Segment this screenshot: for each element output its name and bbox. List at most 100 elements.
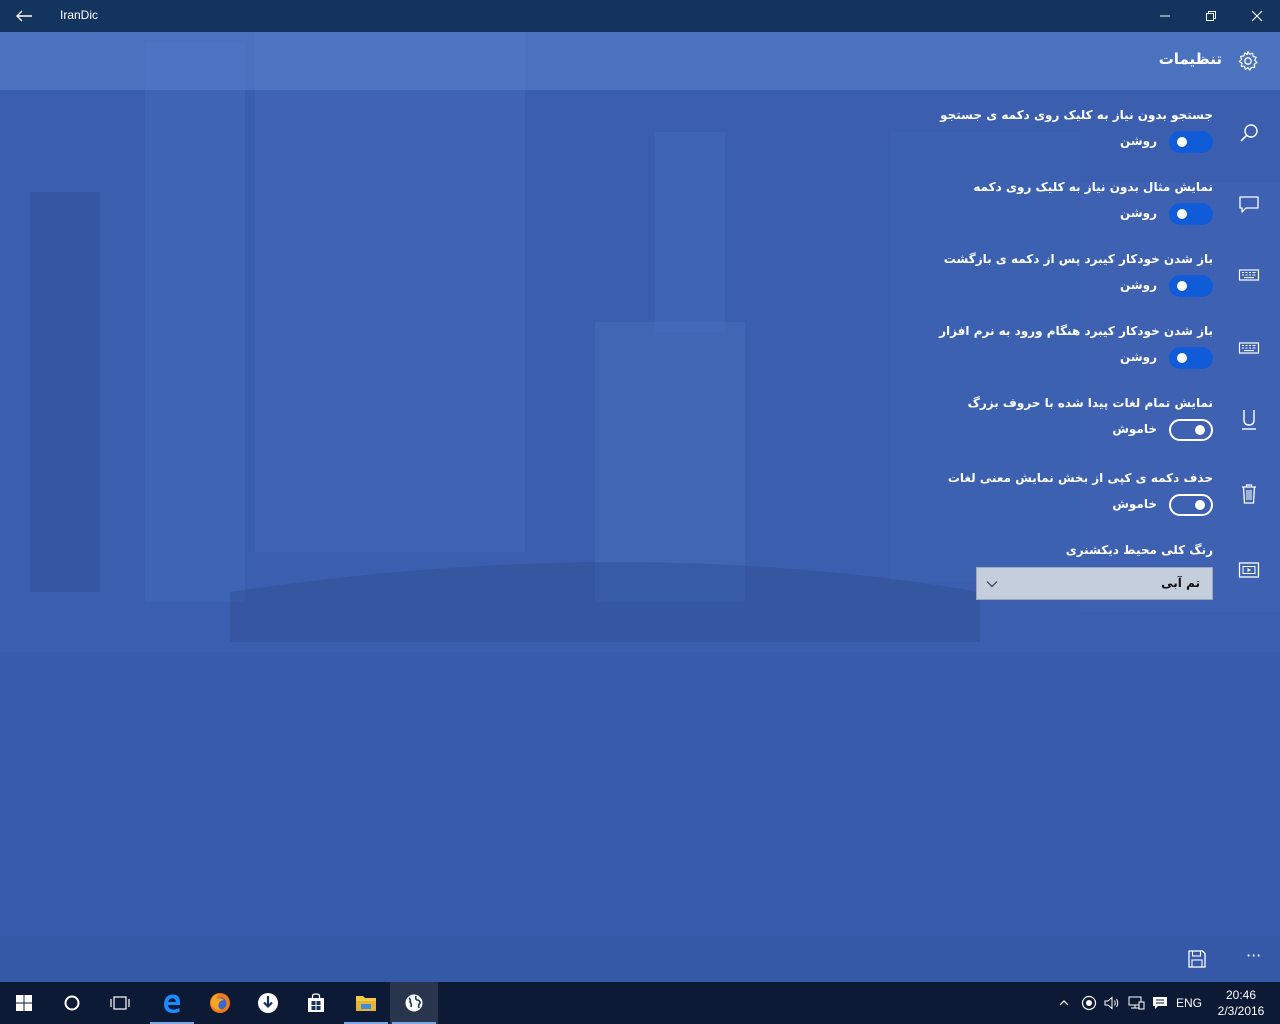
toggle-switch[interactable] — [1169, 275, 1213, 297]
theme-dropdown[interactable]: تم آبی — [976, 567, 1213, 600]
keyboard-icon — [1238, 342, 1260, 354]
tray-network[interactable] — [1124, 982, 1148, 1024]
cortana-circle-icon — [64, 995, 80, 1011]
setting-search-without-click: جستجو بدون نیاز به کلیک روی دکمه ی جستجو… — [913, 108, 1213, 154]
close-button[interactable] — [1234, 0, 1280, 32]
start-button[interactable] — [0, 982, 48, 1024]
tray-clock[interactable]: 20:46 2/3/2016 — [1210, 987, 1272, 1019]
rail-keyboard-1[interactable] — [1236, 262, 1262, 288]
toggle-switch[interactable] — [1169, 494, 1213, 516]
rail-comment[interactable] — [1236, 191, 1262, 217]
setting-theme: رنگ کلی محیط دیکشنری — [913, 543, 1213, 557]
action-center-icon — [1153, 997, 1167, 1009]
taskbar-file-explorer[interactable] — [342, 982, 390, 1024]
taskbar: ENG 20:46 2/3/2016 — [0, 982, 1280, 1024]
edge-browser-icon — [164, 994, 180, 1013]
setting-example-without-click: نمایش مثال بدون نیاز به کلیک روی دکمه رو… — [913, 180, 1213, 226]
restore-icon — [1206, 11, 1216, 21]
toggle-state: روشن — [1120, 278, 1157, 292]
setting-label: نمایش تمام لغات پیدا شده با حروف بزرگ — [967, 396, 1213, 410]
comment-icon — [1239, 196, 1259, 213]
slideshow-icon — [1238, 562, 1260, 578]
toggle-state: روشن — [1120, 134, 1157, 148]
tray-record[interactable] — [1078, 982, 1100, 1024]
clock-date: 2/3/2016 — [1217, 1004, 1265, 1018]
setting-label: باز شدن خودکار کیبرد پس از دکمه ی بازگشت — [943, 252, 1213, 266]
settings-header: تنظیمات — [0, 32, 1280, 90]
keyboard-icon — [1238, 269, 1260, 281]
setting-label: جستجو بدون نیاز به کلیک روی دکمه ی جستجو — [940, 108, 1213, 122]
toggle-knob — [1195, 425, 1205, 435]
language-indicator: ENG — [1175, 996, 1202, 1010]
restore-button[interactable] — [1188, 0, 1234, 32]
rail-slideshow[interactable] — [1236, 557, 1262, 583]
toggle-knob — [1177, 209, 1187, 219]
app-title: IranDic — [60, 8, 99, 22]
toggle-switch[interactable] — [1169, 131, 1213, 153]
close-icon — [1251, 10, 1263, 22]
taskbar-download-manager[interactable] — [244, 982, 292, 1024]
toggle-state: خاموش — [1112, 497, 1157, 511]
command-bar: ··· — [0, 936, 1280, 982]
settings-button[interactable] — [1236, 49, 1260, 73]
back-arrow-icon — [16, 10, 32, 22]
setting-keyboard-on-launch: باز شدن خودکار کیبرد هنگام ورود به نرم ا… — [913, 324, 1213, 370]
toggle-switch[interactable] — [1169, 203, 1213, 225]
clock-time: 20:46 — [1225, 988, 1257, 1002]
title-bar: IranDic — [0, 0, 1280, 32]
toggle-state: خاموش — [1112, 422, 1157, 436]
rail-delete[interactable] — [1236, 481, 1262, 507]
toggle-switch[interactable] — [1169, 419, 1213, 441]
tray-volume[interactable] — [1100, 982, 1124, 1024]
store-bag-icon — [308, 993, 324, 1012]
setting-label: نمایش مثال بدون نیاز به کلیک روی دکمه — [973, 180, 1213, 194]
task-view-icon — [110, 996, 130, 1010]
folder-icon — [356, 996, 376, 1011]
underline-icon — [1242, 410, 1256, 430]
trash-icon — [1242, 484, 1256, 504]
setting-label: باز شدن خودکار کیبرد هنگام ورود به نرم ا… — [939, 324, 1213, 338]
back-button[interactable] — [10, 4, 38, 28]
show-hidden-icons[interactable] — [1054, 982, 1074, 1024]
firefox-icon — [210, 993, 230, 1013]
rail-underline[interactable] — [1236, 406, 1262, 432]
taskbar-edge[interactable] — [148, 982, 196, 1024]
theme-label: رنگ کلی محیط دیکشنری — [1065, 543, 1213, 557]
toggle-knob — [1177, 137, 1187, 147]
rail-search[interactable] — [1236, 120, 1262, 146]
record-icon — [1081, 995, 1097, 1011]
gear-icon — [1238, 50, 1258, 71]
setting-keyboard-after-back: باز شدن خودکار کیبرد پس از دکمه ی بازگشت… — [913, 252, 1213, 298]
task-view-button[interactable] — [96, 982, 144, 1024]
taskbar-store[interactable] — [292, 982, 340, 1024]
setting-uppercase-words: نمایش تمام لغات پیدا شده با حروف بزرگ خا… — [913, 396, 1213, 442]
network-icon — [1128, 996, 1145, 1010]
windows-logo-icon — [16, 995, 32, 1011]
setting-label: حذف دکمه ی کپی از بخش نمایش معنی لغات — [947, 471, 1213, 485]
minimize-icon — [1160, 15, 1170, 17]
more-options-button[interactable]: ··· — [1246, 946, 1268, 968]
rail-keyboard-2[interactable] — [1236, 335, 1262, 361]
taskbar-irandic[interactable] — [390, 982, 438, 1024]
taskbar-firefox[interactable] — [196, 982, 244, 1024]
tray-language[interactable]: ENG — [1172, 982, 1206, 1024]
search-icon — [1240, 124, 1258, 142]
speaker-icon — [1104, 996, 1119, 1010]
theme-selected-value: تم آبی — [1161, 576, 1200, 590]
toggle-knob — [1177, 281, 1187, 291]
setting-remove-copy-button: حذف دکمه ی کپی از بخش نمایش معنی لغات خا… — [913, 471, 1213, 517]
toggle-state: روشن — [1120, 206, 1157, 220]
minimize-button[interactable] — [1142, 0, 1188, 32]
tray-notifications[interactable] — [1148, 982, 1172, 1024]
chevron-up-icon — [1059, 1000, 1069, 1006]
toggle-switch[interactable] — [1169, 347, 1213, 369]
toggle-state: روشن — [1120, 350, 1157, 364]
save-button[interactable] — [1186, 948, 1208, 970]
toggle-knob — [1177, 353, 1187, 363]
chevron-down-icon — [986, 581, 998, 588]
save-icon — [1188, 950, 1206, 968]
app-body: تنظیمات جستجو بدون نیاز به کلیک روی دکمه… — [0, 32, 1280, 982]
globe-icon — [405, 994, 423, 1012]
page-title: تنظیمات — [1158, 50, 1222, 68]
cortana-button[interactable] — [48, 982, 96, 1024]
